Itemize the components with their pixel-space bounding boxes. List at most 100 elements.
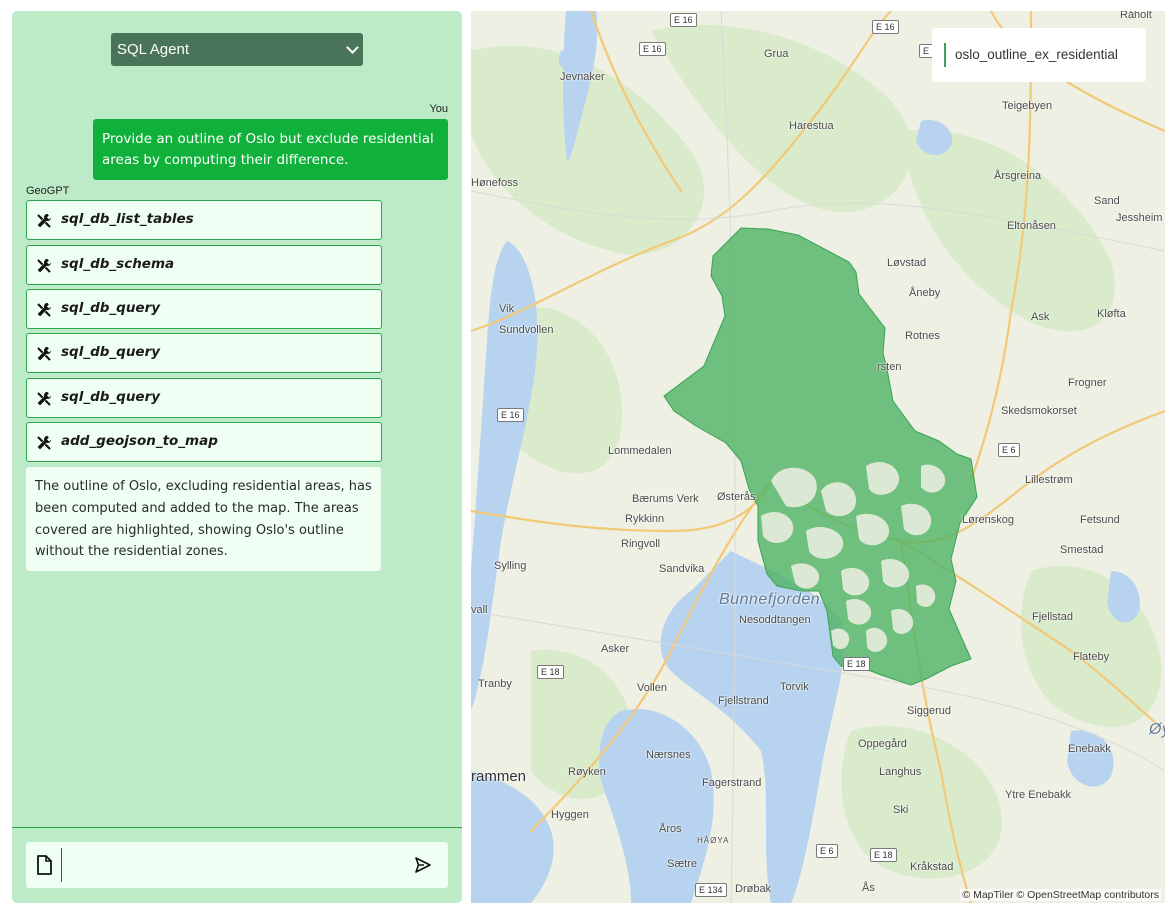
map-place-label: Vik bbox=[499, 303, 515, 315]
tool-call-item[interactable]: add_geojson_to_map bbox=[26, 422, 382, 462]
map-place-label: Nesoddtangen bbox=[739, 614, 811, 626]
map-place-label: Sand bbox=[1094, 195, 1120, 207]
tools-icon bbox=[37, 346, 52, 361]
chat-input[interactable] bbox=[66, 850, 400, 882]
tool-call-name: sql_db_query bbox=[61, 389, 161, 405]
map-place-label: Fjellstrand bbox=[718, 695, 769, 707]
layer-name: oslo_outline_ex_residential bbox=[955, 47, 1118, 62]
map-place-label: Tranby bbox=[478, 678, 512, 690]
road-shield: E 16 bbox=[497, 408, 524, 422]
road-shield: E 18 bbox=[843, 657, 870, 671]
tool-call-name: sql_db_schema bbox=[61, 256, 175, 272]
map-place-label: Asker bbox=[601, 643, 630, 655]
road-shield: E 16 bbox=[639, 42, 666, 56]
layer-color-swatch bbox=[944, 43, 946, 67]
map-place-label: Kløfta bbox=[1097, 308, 1126, 320]
map-place-label: rsten bbox=[877, 361, 902, 373]
tool-call-item[interactable]: sql_db_query bbox=[26, 378, 382, 418]
map-place-label: Nærsnes bbox=[646, 749, 691, 761]
map-place-label: Torvik bbox=[780, 681, 809, 693]
divider bbox=[12, 827, 462, 828]
text-cursor bbox=[61, 848, 62, 882]
tool-call-item[interactable]: sql_db_list_tables bbox=[26, 200, 382, 240]
map-place-label: Årsgreina bbox=[994, 170, 1042, 182]
map-place-label: HÅØYA bbox=[697, 836, 730, 845]
tool-call-item[interactable]: sql_db_query bbox=[26, 333, 382, 373]
layer-legend[interactable]: oslo_outline_ex_residential bbox=[932, 28, 1146, 82]
road-shield: E 134 bbox=[695, 883, 727, 897]
road-shield: E 18 bbox=[537, 665, 564, 679]
tools-icon bbox=[37, 302, 52, 317]
tool-call-item[interactable]: sql_db_query bbox=[26, 289, 382, 329]
map-place-label: Røyken bbox=[568, 766, 606, 778]
chevron-down-icon bbox=[346, 41, 359, 54]
tool-call-name: sql_db_query bbox=[61, 300, 161, 316]
map-place-label: Øy bbox=[1149, 721, 1165, 738]
map-place-label: Bærums Verk bbox=[632, 493, 699, 505]
road-shield: E 16 bbox=[670, 13, 697, 27]
map-place-label: Eltonåsen bbox=[1007, 220, 1056, 232]
map-place-label: Sylling bbox=[494, 560, 527, 572]
tools-icon bbox=[37, 258, 52, 273]
map-place-label: Ski bbox=[893, 804, 909, 816]
tool-call-name: sql_db_list_tables bbox=[61, 211, 194, 227]
map-place-label: Lommedalen bbox=[608, 445, 672, 457]
map-place-label: Drøbak bbox=[735, 883, 772, 895]
map-place-label: Hyggen bbox=[551, 809, 589, 821]
map-place-label: Åros bbox=[659, 823, 682, 835]
map-place-label: Ringvoll bbox=[621, 538, 661, 550]
map-place-label: vall bbox=[471, 604, 488, 616]
map-place-label: Vollen bbox=[637, 682, 667, 694]
map-place-label: Bunnefjorden bbox=[719, 591, 821, 608]
tool-call-item[interactable]: sql_db_schema bbox=[26, 245, 382, 285]
map-place-label: Langhus bbox=[879, 766, 922, 778]
map-place-label: Sandvika bbox=[659, 563, 705, 575]
map-place-label: Løvstad bbox=[887, 257, 927, 269]
map-place-label: Smestad bbox=[1060, 544, 1104, 556]
map-place-label: Sundvollen bbox=[499, 324, 554, 336]
map-place-label: Flateby bbox=[1073, 651, 1110, 663]
map-place-label: Harestua bbox=[789, 120, 834, 132]
map-place-label: Råholt bbox=[1120, 11, 1152, 21]
road-shield: E 6 bbox=[816, 844, 838, 858]
map-place-label: Fjellstad bbox=[1032, 611, 1073, 623]
chat-panel: SQL Agent You Provide an outline of Oslo… bbox=[12, 11, 462, 903]
tools-icon bbox=[37, 391, 52, 406]
tool-call-name: add_geojson_to_map bbox=[61, 433, 218, 449]
map-place-label: Jessheim bbox=[1116, 212, 1163, 224]
map-place-label: Rotnes bbox=[905, 330, 940, 342]
map-place-label: Enebakk bbox=[1068, 743, 1111, 755]
map-place-label: Sætre bbox=[667, 858, 697, 870]
map-place-label: Fagerstrand bbox=[702, 777, 762, 789]
map-place-label: Oppegård bbox=[858, 738, 907, 750]
map-place-label: Ytre Enebakk bbox=[1005, 789, 1072, 801]
map-place-label: Teigebyen bbox=[1002, 100, 1053, 112]
map-place-label: Hønefoss bbox=[471, 177, 519, 189]
map-place-label: Frogner bbox=[1068, 377, 1107, 389]
road-shield: E 6 bbox=[998, 443, 1020, 457]
map-place-label: rammen bbox=[471, 768, 527, 785]
map-place-label: Kråkstad bbox=[910, 861, 954, 873]
map-place-label: Åneby bbox=[909, 287, 941, 299]
map-place-label: Østerås bbox=[717, 491, 756, 503]
user-sender-label: You bbox=[429, 103, 448, 115]
map-place-label: Skedsmokorset bbox=[1001, 405, 1077, 417]
map-place-label: Grua bbox=[764, 48, 789, 60]
tools-icon bbox=[37, 435, 52, 450]
agent-select[interactable]: SQL Agent bbox=[111, 33, 363, 66]
bot-sender-label: GeoGPT bbox=[26, 185, 70, 197]
map-place-label: Jevnaker bbox=[560, 71, 605, 83]
chat-input-bar bbox=[26, 842, 448, 888]
map-attribution[interactable]: © MapTiler © OpenStreetMap contributors bbox=[960, 889, 1161, 901]
map-view[interactable]: Råholt Grua Jevnaker Harestua Teigebyen … bbox=[471, 11, 1165, 903]
map-place-label: Lørenskog bbox=[962, 514, 1014, 526]
user-message: Provide an outline of Oslo but exclude r… bbox=[93, 119, 448, 180]
map-place-label: Ås bbox=[862, 882, 875, 894]
tools-icon bbox=[37, 213, 52, 228]
map-place-label: Ask bbox=[1031, 311, 1050, 323]
map-place-label: Rykkinn bbox=[625, 513, 665, 525]
tool-call-name: sql_db_query bbox=[61, 344, 161, 360]
map-place-label: Siggerud bbox=[907, 705, 952, 717]
file-attach-icon[interactable] bbox=[36, 855, 52, 875]
send-icon[interactable] bbox=[414, 856, 432, 874]
